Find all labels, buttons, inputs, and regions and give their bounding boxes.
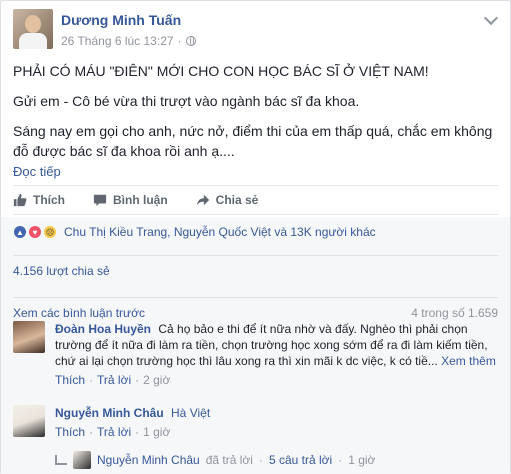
globe-icon	[185, 36, 196, 46]
read-more-link[interactable]: Đọc tiếp	[13, 164, 61, 179]
replier-name[interactable]: Nguyễn Minh Châu	[97, 453, 200, 467]
commenter-name[interactable]: Nguyễn Minh Châu	[55, 406, 164, 420]
share-button[interactable]: Chia sẻ	[196, 193, 258, 207]
post-paragraph: Sáng nay em gọi cho anh, nức nở, điểm th…	[13, 123, 493, 159]
comment-time[interactable]: 2 giờ	[143, 373, 170, 387]
view-previous-comments[interactable]: Xem các bình luận trước	[13, 306, 145, 320]
shares-count[interactable]: 4.156 lượt chia sẻ	[13, 255, 498, 278]
share-icon	[196, 194, 209, 206]
comment-reply-link[interactable]: Trả lời	[97, 373, 131, 387]
comment-reply-link[interactable]: Trả lời	[97, 425, 131, 439]
comment-time[interactable]: 1 giờ	[143, 425, 170, 439]
post-body: PHẢI CÓ MÁU "ĐIÊN" MỚI CHO CON HỌC BÁC S…	[13, 61, 498, 182]
author-name[interactable]: Dương Minh Tuấn	[61, 12, 181, 28]
like-button[interactable]: Thích	[13, 193, 65, 207]
like-icon: ▲	[13, 225, 27, 239]
commenter-avatar[interactable]	[13, 405, 45, 437]
reactions-text[interactable]: Chu Thị Kiều Trang, Nguyễn Quốc Việt và …	[64, 225, 376, 239]
chevron-down-icon[interactable]	[483, 10, 499, 26]
comments-count: 4 trong số 1.659	[411, 306, 498, 320]
commenter-name[interactable]: Đoàn Hoa Huyền	[55, 322, 151, 336]
replies-row[interactable]: Nguyễn Minh Châu đã trả lời · 5 câu trả …	[55, 451, 375, 469]
see-more-link[interactable]: Xem thêm	[441, 354, 496, 368]
tagged-user[interactable]: Hà Việt	[171, 406, 210, 420]
thumbs-up-icon	[13, 193, 27, 207]
reactions-summary[interactable]: ▲ ♥ ☹ Chu Thị Kiều Trang, Nguyễn Quốc Vi…	[13, 225, 376, 239]
post-card: Dương Minh Tuấn 26 Tháng 6 lúc 13:27 · P…	[0, 0, 511, 474]
comment-button[interactable]: Bình luận	[93, 193, 168, 207]
post-time[interactable]: 26 Tháng 6 lúc 13:27	[61, 34, 174, 48]
comment-like-link[interactable]: Thích	[55, 425, 85, 439]
replier-avatar	[73, 451, 91, 469]
post-headline: PHẢI CÓ MÁU "ĐIÊN" MỚI CHO CON HỌC BÁC S…	[13, 63, 429, 79]
comment: Đoàn Hoa Huyền Cả họ bảo e thi để ít nữa…	[13, 321, 498, 387]
post-paragraph: Gửi em - Cô bé vừa thi trượt vào ngành b…	[13, 93, 360, 109]
comment: Nguyễn Minh Châu Hà Việt Thích · Trả lời · 1…	[13, 405, 498, 439]
replies-count[interactable]: 5 câu trả lời	[269, 453, 332, 467]
comment-icon	[93, 194, 107, 207]
sad-icon: ☹	[43, 225, 57, 239]
comment-actions: Thích · Trả lời · 1 giờ	[55, 425, 171, 439]
comments-header: Xem các bình luận trước 4 trong số 1.659	[13, 297, 498, 320]
reply-text: đã trả lời	[205, 453, 253, 467]
author-avatar[interactable]	[13, 9, 53, 49]
commenter-avatar[interactable]	[13, 321, 45, 353]
reply-time: 1 giờ	[348, 453, 376, 467]
reply-arrow-icon	[55, 455, 67, 465]
comment-actions: Thích · Trả lời · 2 giờ	[55, 373, 171, 387]
comment-like-link[interactable]: Thích	[55, 373, 85, 387]
post-meta: 26 Tháng 6 lúc 13:27 ·	[61, 34, 196, 48]
comment-body: Đoàn Hoa Huyền Cả họ bảo e thi để ít nữa…	[55, 321, 498, 369]
feedback-area: ▲ ♥ ☹ Chu Thị Kiều Trang, Nguyễn Quốc Vi…	[1, 217, 510, 474]
action-bar: Thích Bình luận Chia sẻ	[13, 185, 498, 215]
comment-body: Nguyễn Minh Châu Hà Việt	[55, 405, 498, 421]
love-icon: ♥	[28, 225, 42, 239]
